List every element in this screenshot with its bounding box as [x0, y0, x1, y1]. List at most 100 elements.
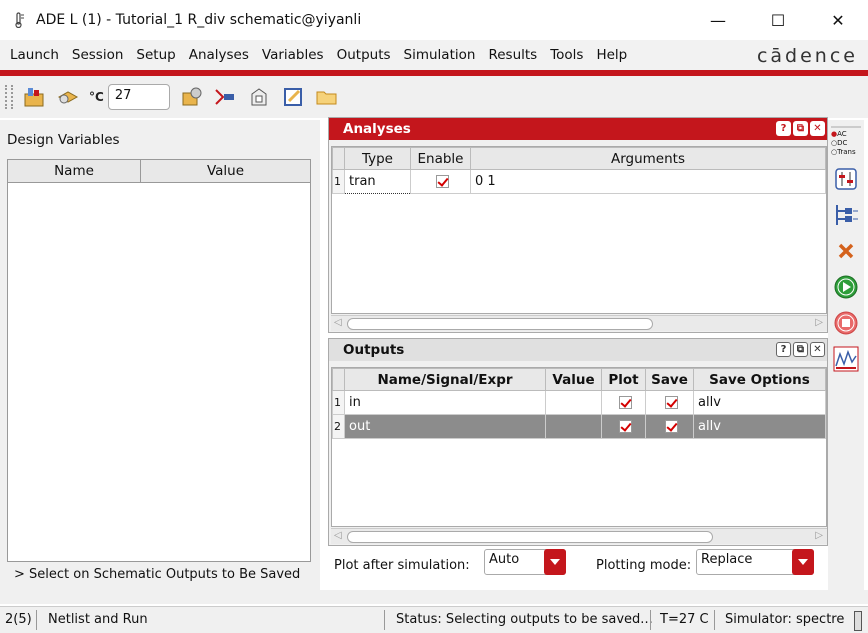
- menu-results[interactable]: Results: [488, 47, 537, 63]
- enable-cell[interactable]: [410, 169, 471, 194]
- plot-checkbox[interactable]: [619, 396, 632, 409]
- tune-variables-icon[interactable]: [832, 165, 860, 193]
- status-message: Status: Selecting outputs to be saved...: [396, 612, 653, 627]
- plot-cell[interactable]: [601, 414, 646, 439]
- setup-model-icon[interactable]: [55, 84, 81, 110]
- toolbar-grip[interactable]: [5, 85, 13, 109]
- table-row[interactable]: 1 tran 0 1: [332, 169, 826, 194]
- analyses-table: Type Enable Arguments 1 tran 0 1: [332, 147, 826, 194]
- column-save[interactable]: Save: [645, 368, 694, 391]
- column-arguments[interactable]: Arguments: [470, 147, 826, 170]
- trans-option[interactable]: Trans: [837, 148, 856, 156]
- save-options-cell[interactable]: allv: [693, 414, 826, 439]
- plot-after-label: Plot after simulation:: [334, 558, 470, 573]
- title-bar: ADE L (1) - Tutorial_1 R_div schematic@y…: [0, 0, 868, 40]
- resize-grip[interactable]: [854, 611, 862, 631]
- analyses-panel: Analyses ? ⧉ ✕ Type Enable Arguments 1 t…: [328, 117, 828, 333]
- column-value[interactable]: Value: [545, 368, 602, 391]
- analyses-hscroll[interactable]: ◁ ▷: [331, 315, 827, 331]
- plot-checkbox[interactable]: [619, 420, 632, 433]
- column-value[interactable]: Value: [141, 160, 310, 182]
- maximize-button[interactable]: ☐: [748, 0, 808, 40]
- status-bar: 2(5) Netlist and Run Status: Selecting o…: [0, 606, 868, 633]
- run-icon[interactable]: [832, 273, 860, 301]
- menu-setup[interactable]: Setup: [136, 47, 175, 63]
- signal-name-cell[interactable]: out: [344, 414, 546, 439]
- row-number: 1: [332, 390, 345, 415]
- netlist-icon[interactable]: [246, 84, 272, 110]
- plotting-mode-select[interactable]: Replace: [696, 549, 814, 575]
- enable-checkbox[interactable]: [436, 175, 449, 188]
- open-folder-icon[interactable]: [314, 84, 340, 110]
- menu-analyses[interactable]: Analyses: [189, 47, 249, 63]
- analyses-title: Analyses: [343, 121, 411, 137]
- stop-icon[interactable]: [832, 309, 860, 337]
- arguments-cell[interactable]: 0 1: [470, 169, 826, 194]
- plotting-mode-value: Replace: [701, 552, 753, 567]
- outputs-panel: Outputs ? ⧉ ✕ Name/Signal/Expr Value Plo…: [328, 338, 828, 546]
- close-icon[interactable]: ✕: [810, 342, 825, 357]
- simulator-status: Simulator: spectre: [725, 612, 845, 627]
- cadence-logo: cādence: [756, 45, 858, 67]
- load-state-icon[interactable]: [21, 84, 47, 110]
- row-number: 1: [332, 169, 345, 194]
- column-name[interactable]: Name: [8, 160, 141, 182]
- menu-launch[interactable]: Launch: [10, 47, 59, 63]
- column-enable[interactable]: Enable: [410, 147, 471, 170]
- close-icon[interactable]: ✕: [810, 121, 825, 136]
- window-title: ADE L (1) - Tutorial_1 R_div schematic@y…: [36, 12, 362, 28]
- close-button[interactable]: ✕: [808, 0, 868, 40]
- temperature-input[interactable]: 27: [107, 84, 170, 110]
- save-options-cell[interactable]: allv: [693, 390, 826, 415]
- edit-form-icon[interactable]: [280, 84, 306, 110]
- ac-option[interactable]: AC: [837, 130, 847, 138]
- menu-simulation[interactable]: Simulation: [404, 47, 476, 63]
- float-icon[interactable]: ⧉: [793, 342, 808, 357]
- help-icon[interactable]: ?: [776, 121, 791, 136]
- save-checkbox[interactable]: [665, 396, 678, 409]
- help-icon[interactable]: ?: [776, 342, 791, 357]
- outputs-hscroll[interactable]: ◁ ▷: [331, 528, 827, 544]
- column-type[interactable]: Type: [344, 147, 411, 170]
- delete-icon[interactable]: [832, 237, 860, 265]
- select-outputs-icon[interactable]: [212, 84, 238, 110]
- menu-session[interactable]: Session: [72, 47, 124, 63]
- plot-cell[interactable]: [601, 390, 646, 415]
- value-cell[interactable]: [545, 390, 602, 415]
- column-name-signal-expr[interactable]: Name/Signal/Expr: [344, 368, 546, 391]
- analysis-type-cell[interactable]: tran: [344, 169, 411, 194]
- netlist-tree-icon[interactable]: [832, 201, 860, 229]
- menu-help[interactable]: Help: [596, 47, 627, 63]
- column-save-options[interactable]: Save Options: [693, 368, 826, 391]
- toolbar: °C 27: [0, 76, 868, 118]
- plotting-mode-label: Plotting mode:: [596, 558, 692, 573]
- analyses-header: Analyses ? ⧉ ✕: [329, 118, 827, 140]
- outputs-table: Name/Signal/Expr Value Plot Save Save Op…: [332, 368, 826, 439]
- minimize-button[interactable]: —: [688, 0, 748, 40]
- save-cell[interactable]: [645, 390, 694, 415]
- table-row[interactable]: 1 in allv: [332, 390, 826, 415]
- scroll-thumb[interactable]: [347, 318, 653, 330]
- menu-tools[interactable]: Tools: [550, 47, 583, 63]
- signal-name-cell[interactable]: in: [344, 390, 546, 415]
- chevron-down-icon[interactable]: [792, 549, 814, 575]
- column-plot[interactable]: Plot: [601, 368, 646, 391]
- table-row-selected[interactable]: 2 out allv: [332, 414, 826, 439]
- analysis-type-selector[interactable]: ●AC ○DC ○Trans: [831, 126, 861, 157]
- dc-option[interactable]: DC: [837, 139, 847, 147]
- scroll-thumb[interactable]: [347, 531, 713, 543]
- outputs-title: Outputs: [343, 342, 405, 358]
- menu-variables[interactable]: Variables: [262, 47, 324, 63]
- design-variables-panel: Design Variables Name Value > Select on …: [0, 120, 320, 590]
- float-icon[interactable]: ⧉: [793, 121, 808, 136]
- design-variables-table[interactable]: Name Value: [7, 159, 311, 562]
- plot-after-select[interactable]: Auto: [484, 549, 566, 575]
- choose-analyses-icon[interactable]: [178, 84, 204, 110]
- chevron-down-icon[interactable]: [544, 549, 566, 575]
- plot-outputs-icon[interactable]: [832, 345, 860, 373]
- save-checkbox[interactable]: [665, 420, 678, 433]
- value-cell[interactable]: [545, 414, 602, 439]
- menu-outputs[interactable]: Outputs: [337, 47, 391, 63]
- save-cell[interactable]: [645, 414, 694, 439]
- status-hint: > Select on Schematic Outputs to Be Save…: [14, 567, 301, 582]
